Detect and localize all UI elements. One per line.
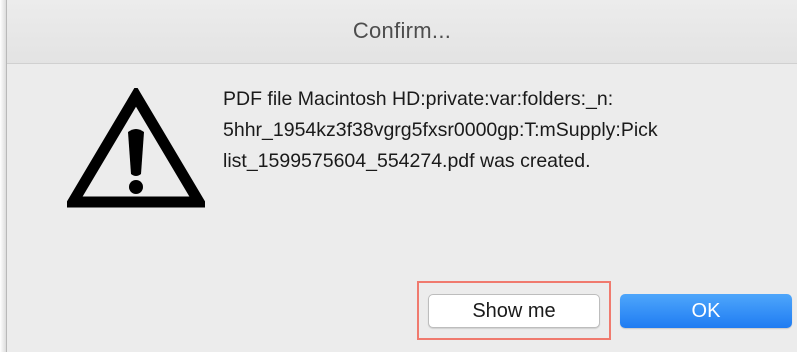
message-line: PDF file Macintosh HD:private:var:folder…: [223, 88, 614, 110]
dialog-title: Confirm...: [352, 18, 452, 43]
show-me-button[interactable]: Show me: [428, 294, 600, 328]
message-line: list_1599575604_554274.pdf was created.: [223, 150, 591, 172]
message-line: 5hhr_1954kz3f38vgrg5fxsr0000gp:T:mSupply…: [223, 119, 658, 141]
confirm-dialog: Confirm... PDF file Macintosh HD:private…: [6, 0, 797, 352]
title-bar[interactable]: Confirm...: [7, 0, 797, 64]
dialog-message: PDF file Macintosh HD:private:var:folder…: [223, 84, 743, 177]
ok-button[interactable]: OK: [620, 294, 792, 328]
warning-icon: [67, 88, 205, 208]
